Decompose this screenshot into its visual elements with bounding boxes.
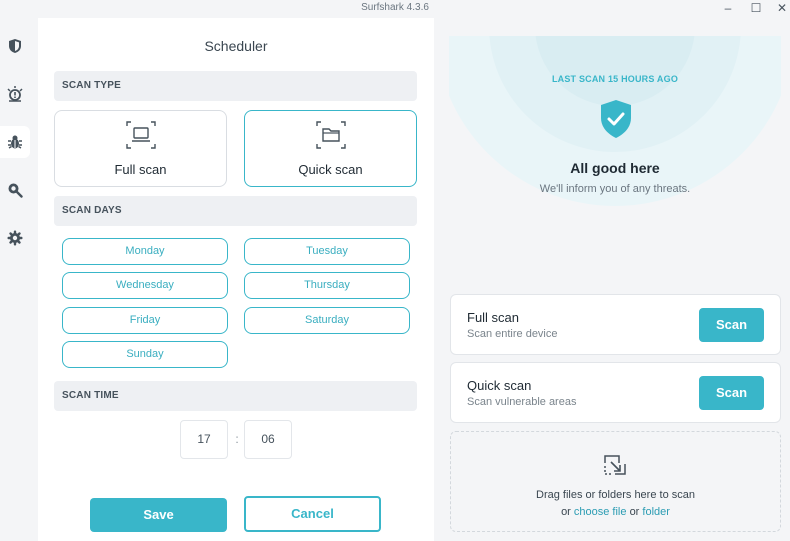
choose-file-link[interactable]: choose file — [574, 506, 627, 518]
last-scan-label: LAST SCAN 15 HOURS AGO — [551, 74, 679, 84]
status-panel: LAST SCAN 15 HOURS AGO All good here We'… — [434, 18, 790, 541]
day-monday[interactable]: Monday — [62, 238, 228, 265]
scan-type-header: SCAN TYPE — [54, 71, 417, 101]
quick-scan-button[interactable]: Scan — [699, 376, 764, 410]
day-friday[interactable]: Friday — [62, 307, 228, 334]
day-thursday[interactable]: Thursday — [244, 272, 410, 299]
drop-zone-links: or choose file or folder — [451, 506, 780, 518]
folder-icon — [315, 121, 346, 149]
status-subtitle: We'll inform you of any threats. — [539, 183, 691, 195]
drop-or-text: or — [629, 506, 640, 518]
full-scan-button[interactable]: Scan — [699, 308, 764, 342]
card-title: Quick scan — [467, 378, 532, 393]
quick-scan-card: Quick scan Scan vulnerable areas Scan — [450, 362, 781, 423]
scan-time-header: SCAN TIME — [54, 381, 417, 411]
cancel-button[interactable]: Cancel — [244, 496, 381, 532]
minimize-button[interactable]: – — [714, 0, 742, 18]
status-headline: All good here — [570, 160, 660, 176]
status-hero: LAST SCAN 15 HOURS AGO All good here We'… — [449, 36, 781, 286]
title-bar: Surfshark 4.3.6 – ☐ ✕ — [0, 0, 790, 18]
scan-type-quick[interactable]: Quick scan — [244, 110, 417, 187]
close-button[interactable]: ✕ — [768, 0, 790, 18]
shield-check-icon — [601, 100, 631, 138]
bug-icon — [8, 135, 22, 149]
maximize-button[interactable]: ☐ — [742, 0, 770, 18]
scan-days-header: SCAN DAYS — [54, 196, 417, 226]
minute-input[interactable]: 06 — [244, 420, 292, 459]
card-title: Full scan — [467, 310, 520, 325]
save-button[interactable]: Save — [90, 498, 227, 532]
gear-icon — [7, 230, 23, 246]
drop-or-text: or — [561, 506, 571, 518]
sidebar-item-antivirus[interactable] — [0, 126, 30, 158]
sidebar-item-search[interactable] — [0, 174, 30, 206]
scan-type-label: Full scan — [114, 162, 167, 177]
alert-icon — [7, 86, 23, 102]
card-subtitle: Scan entire device — [467, 328, 558, 340]
day-wednesday[interactable]: Wednesday — [62, 272, 228, 299]
choose-folder-link[interactable]: folder — [642, 506, 670, 518]
scan-type-label: Quick scan — [298, 162, 363, 177]
sidebar — [0, 18, 38, 541]
day-tuesday[interactable]: Tuesday — [244, 238, 410, 265]
sidebar-item-protection[interactable] — [0, 30, 30, 62]
sidebar-item-settings[interactable] — [0, 222, 30, 254]
laptop-icon — [125, 121, 156, 149]
day-sunday[interactable]: Sunday — [62, 341, 228, 368]
drop-zone[interactable]: Drag files or folders here to scan or ch… — [450, 431, 781, 532]
drop-zone-text: Drag files or folders here to scan — [536, 489, 695, 501]
drop-file-icon — [604, 455, 626, 475]
hour-input[interactable]: 17 — [180, 420, 228, 459]
day-saturday[interactable]: Saturday — [244, 307, 410, 334]
search-icon — [8, 183, 23, 198]
full-scan-card: Full scan Scan entire device Scan — [450, 294, 781, 355]
card-subtitle: Scan vulnerable areas — [467, 396, 577, 408]
time-separator: : — [235, 432, 239, 446]
scan-type-full[interactable]: Full scan — [54, 110, 227, 187]
scheduler-panel: Scheduler SCAN TYPE Full scan Quick scan… — [38, 18, 434, 541]
sidebar-item-alert[interactable] — [0, 78, 30, 110]
shield-icon — [9, 39, 21, 53]
page-title: Scheduler — [204, 38, 268, 54]
window-title: Surfshark 4.3.6 — [361, 2, 429, 13]
